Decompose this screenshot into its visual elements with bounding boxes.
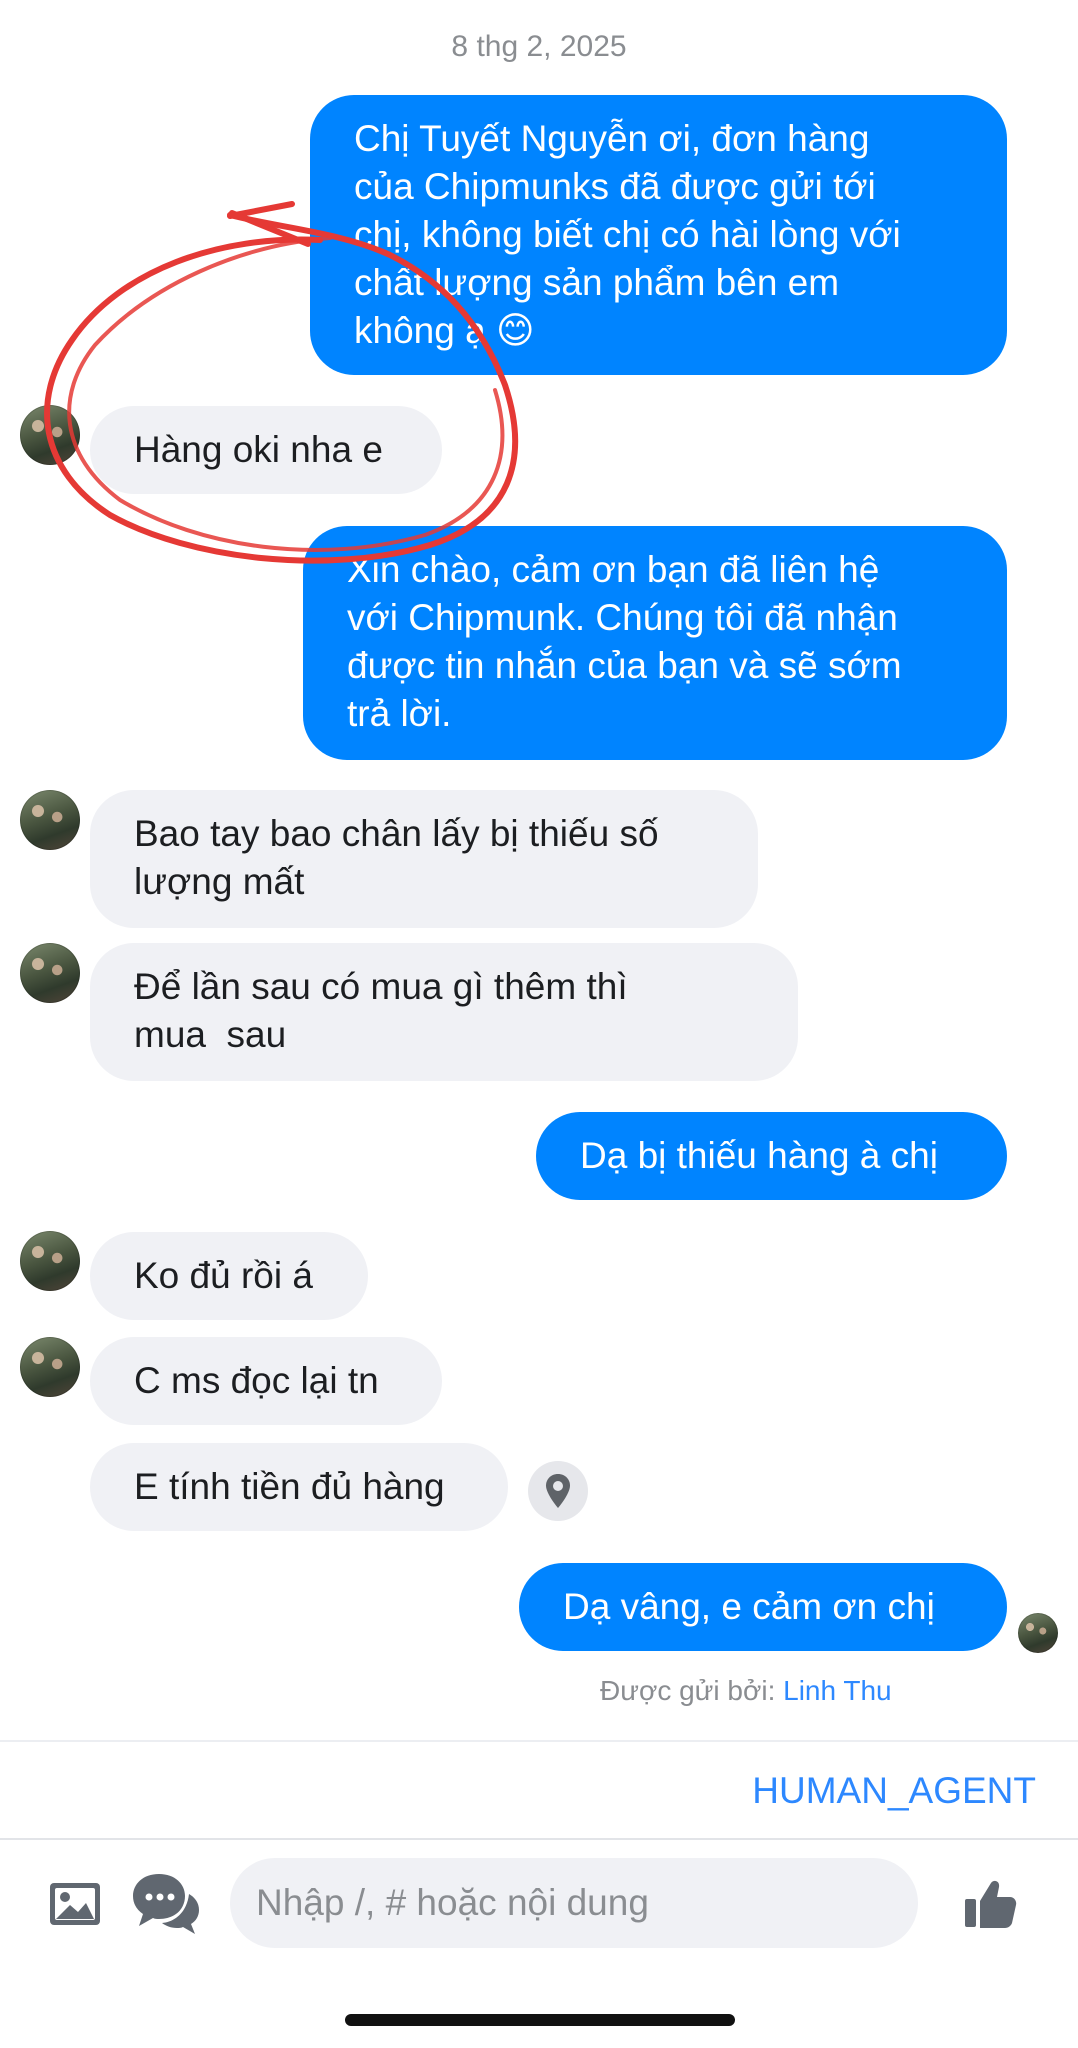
location-pin-icon	[546, 1474, 570, 1508]
customer-avatar[interactable]	[20, 405, 80, 465]
human-agent-tag[interactable]: HUMAN_AGENT	[752, 1770, 1036, 1812]
customer-avatar[interactable]	[20, 1337, 80, 1397]
message-incoming[interactable]: Ko đủ rồi á	[90, 1232, 368, 1320]
message-outgoing[interactable]: Dạ vâng, e cảm ơn chị	[519, 1563, 1007, 1651]
message-outgoing[interactable]: Chị Tuyết Nguyễn ơi, đơn hàng của Chipmu…	[310, 95, 1007, 375]
message-incoming[interactable]: E tính tiền đủ hàng	[90, 1443, 508, 1531]
agent-avatar	[1018, 1613, 1058, 1653]
customer-avatar[interactable]	[20, 790, 80, 850]
home-indicator	[345, 2014, 735, 2026]
message-composer	[0, 1840, 1078, 1970]
message-outgoing[interactable]: Dạ bị thiếu hàng à chị	[536, 1112, 1007, 1200]
sent-by-name[interactable]: Linh Thu	[783, 1675, 891, 1706]
message-incoming[interactable]: Để lần sau có mua gì thêm thì mua sau	[90, 943, 798, 1081]
conversation-thread: 8 thg 2, 2025 Chị Tuyết Nguyễn ơi, đơn h…	[0, 0, 1078, 1740]
thumbs-up-icon[interactable]	[960, 1876, 1020, 1932]
message-input[interactable]	[230, 1858, 918, 1948]
date-separator: 8 thg 2, 2025	[451, 30, 627, 63]
message-outgoing[interactable]: Xin chào, cảm ơn bạn đã liên hệ với Chip…	[303, 526, 1007, 760]
message-incoming[interactable]: Hàng oki nha e	[90, 406, 442, 494]
message-incoming[interactable]: C ms đọc lại tn	[90, 1337, 442, 1425]
image-icon[interactable]	[45, 1878, 105, 1930]
chat-bubbles-icon[interactable]	[128, 1868, 204, 1940]
customer-avatar[interactable]	[20, 1231, 80, 1291]
image-icon	[50, 1883, 100, 1925]
customer-avatar[interactable]	[20, 943, 80, 1003]
sent-by-label: Được gửi bởi:	[600, 1675, 776, 1706]
sent-by-info: Được gửi bởi: Linh Thu	[600, 1675, 950, 1707]
agent-mode-bar: HUMAN_AGENT	[0, 1740, 1078, 1840]
location-pin-icon[interactable]	[528, 1461, 588, 1521]
thumbs-up-icon	[965, 1880, 1017, 1928]
message-incoming[interactable]: Bao tay bao chân lấy bị thiếu số lượng m…	[90, 790, 758, 928]
chat-bubbles-icon	[133, 1874, 199, 1934]
